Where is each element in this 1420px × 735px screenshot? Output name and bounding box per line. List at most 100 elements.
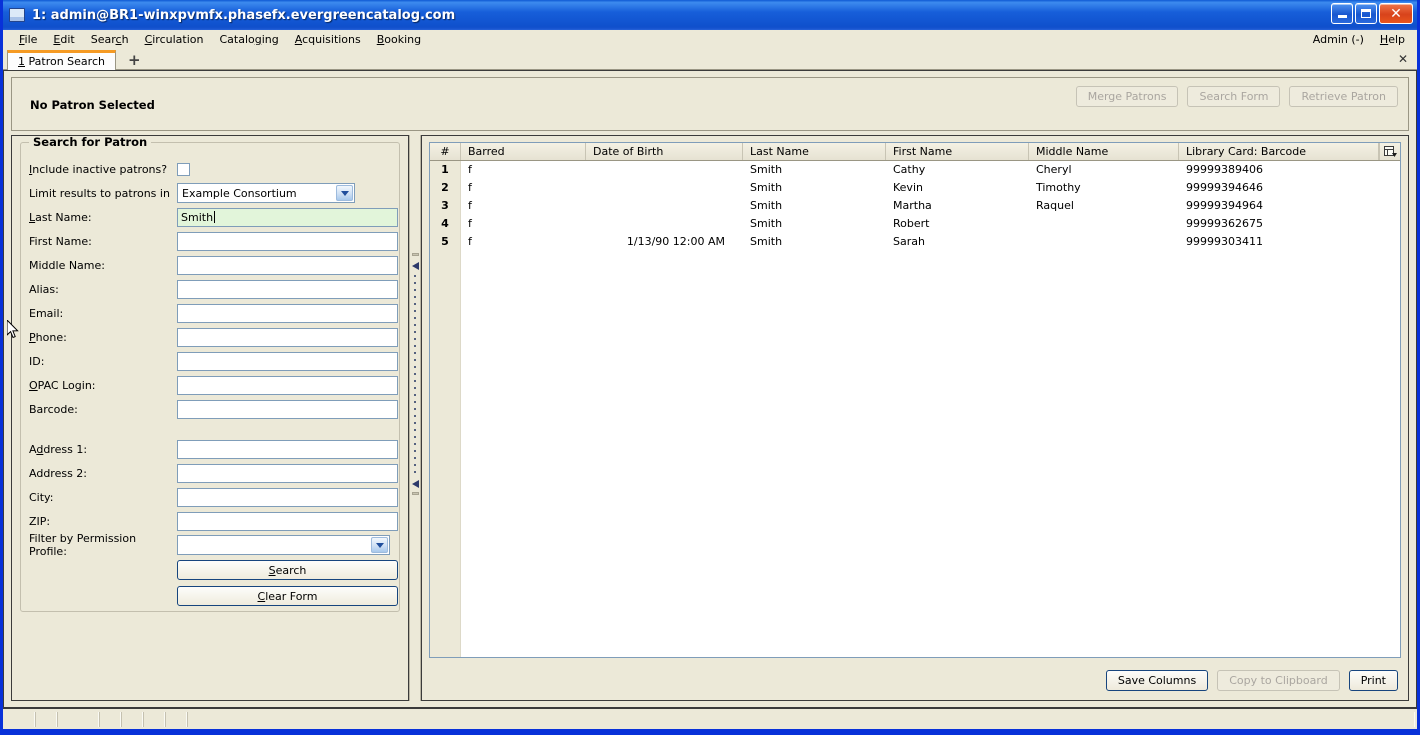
search-button[interactable]: Search [177,560,398,580]
close-tab-button[interactable]: ✕ [1398,52,1408,66]
table-row[interactable]: 4 f Smith Robert 99999362675 [430,215,1400,233]
tab-bar: 1 Patron Search + ✕ [3,49,1417,70]
minimize-button[interactable] [1331,3,1353,24]
column-header-barred[interactable]: Barred [461,143,586,160]
column-picker-icon[interactable] [1379,143,1400,160]
row-barcode: Barcode: [22,397,398,421]
cell-middle: Raquel [1036,199,1074,212]
tab-patron-search[interactable]: 1 Patron Search [7,50,116,70]
table-row[interactable]: 3 f Smith Martha Raquel 99999394964 [430,197,1400,215]
menu-admin[interactable]: Admin (-) [1305,31,1372,48]
permission-profile-label: Filter by Permission Profile: [29,532,137,558]
tab-number: 1 [18,55,25,68]
menu-booking[interactable]: Booking [369,31,429,48]
address-2-label: Address 2: [29,466,88,480]
results-action-buttons: Save Columns Copy to Clipboard Print [1105,670,1398,691]
tab-label: Patron Search [28,55,105,68]
results-grid-body: 1 f Smith Cathy Cheryl 99999389406 2 f Smith Kevi… [430,161,1400,657]
status-segment [35,712,57,727]
column-header-first[interactable]: First Name [886,143,1029,160]
search-form-button[interactable]: Search Form [1187,86,1281,107]
cell-first: Cathy [893,163,926,176]
org-unit-select[interactable]: Example Consortium [177,183,355,203]
column-header-middle[interactable]: Middle Name [1029,143,1179,160]
include-inactive-checkbox[interactable] [177,162,190,176]
column-header-dob[interactable]: Date of Birth [586,143,743,160]
row-last-name: Last Name: Smith [22,205,398,229]
text-caret [214,210,216,223]
results-grid: # Barred Date of Birth Last Name First Name M… [429,142,1401,658]
splitter-grip-bottom [412,492,419,495]
id-label: ID: [29,354,45,368]
cell-dob [586,179,743,197]
maximize-button[interactable] [1355,3,1377,24]
column-header-card[interactable]: Library Card: Barcode [1179,143,1379,160]
column-header-num[interactable]: # [430,143,461,160]
barcode-input[interactable] [177,399,398,419]
menu-edit[interactable]: Edit [45,31,82,48]
cell-num: 2 [430,179,461,197]
email-label: Email: [29,306,64,320]
form-spacer [22,421,398,437]
collapse-left-arrow-icon-bottom[interactable] [412,480,419,488]
table-row[interactable]: 1 f Smith Cathy Cheryl 99999389406 [430,161,1400,179]
cell-barred: f [468,217,472,230]
row-middle-name: Middle Name: [22,253,398,277]
menu-cataloging[interactable]: Cataloging [211,31,286,48]
email-input[interactable] [177,303,398,323]
menu-search[interactable]: Search [83,31,137,48]
middle-name-label: Middle Name: [29,258,105,272]
window-icon [9,8,25,22]
pane-splitter[interactable] [409,135,421,701]
results-pane: # Barred Date of Birth Last Name First Name M… [421,135,1409,701]
row-email: Email: [22,301,398,325]
alias-input[interactable] [177,279,398,299]
city-input[interactable] [177,487,398,507]
window-title: 1: admin@BR1-winxpvmfx.phasefx.evergreen… [32,7,456,23]
cell-num: 1 [430,161,461,179]
phone-input[interactable] [177,327,398,347]
cell-dob: 1/13/90 12:00 AM [626,235,725,248]
address-1-label: Address 1: [29,442,88,456]
first-name-input[interactable] [177,231,398,251]
cell-num: 4 [430,215,461,233]
patron-banner-buttons: Merge Patrons Search Form Retrieve Patro… [1075,86,1398,107]
middle-name-input[interactable] [177,255,398,275]
cell-first: Martha [893,199,932,212]
id-input[interactable] [177,351,398,371]
address-1-input[interactable] [177,439,398,459]
address-2-input[interactable] [177,463,398,483]
menu-circulation[interactable]: Circulation [137,31,212,48]
fieldset-legend: Search for Patron [29,136,152,149]
chevron-down-icon [371,537,388,553]
merge-patrons-button[interactable]: Merge Patrons [1075,86,1179,107]
last-name-input[interactable]: Smith [177,207,398,227]
table-row[interactable]: 2 f Smith Kevin Timothy 99999394646 [430,179,1400,197]
permission-profile-select[interactable] [177,535,390,555]
print-button[interactable]: Print [1348,670,1398,691]
table-row[interactable]: 5 f 1/13/90 12:00 AM Smith Sarah 99999303411 [430,233,1400,251]
row-zip: ZIP: [22,509,398,533]
new-tab-button[interactable]: + [122,53,147,68]
barcode-label: Barcode: [29,402,78,416]
collapse-left-arrow-icon[interactable] [412,262,419,270]
retrieve-patron-button[interactable]: Retrieve Patron [1289,86,1398,107]
status-segment [5,712,35,727]
row-first-name: First Name: [22,229,398,253]
save-columns-button[interactable]: Save Columns [1105,670,1209,691]
opac-login-input[interactable] [177,375,398,395]
maximize-icon [1361,9,1371,18]
cell-last: Smith [750,217,783,230]
column-header-last[interactable]: Last Name [743,143,886,160]
row-phone: Phone: [22,325,398,349]
status-bar [3,707,1417,729]
menu-file[interactable]: File [11,31,45,48]
menu-help[interactable]: Help [1372,31,1413,48]
clear-form-button[interactable]: Clear Form [177,586,398,606]
first-name-label: First Name: [29,234,92,248]
copy-to-clipboard-button[interactable]: Copy to Clipboard [1217,670,1340,691]
splitter-dots [414,275,416,475]
menu-acquisitions[interactable]: Acquisitions [287,31,369,48]
close-button[interactable]: ✕ [1379,3,1413,24]
zip-input[interactable] [177,511,398,531]
